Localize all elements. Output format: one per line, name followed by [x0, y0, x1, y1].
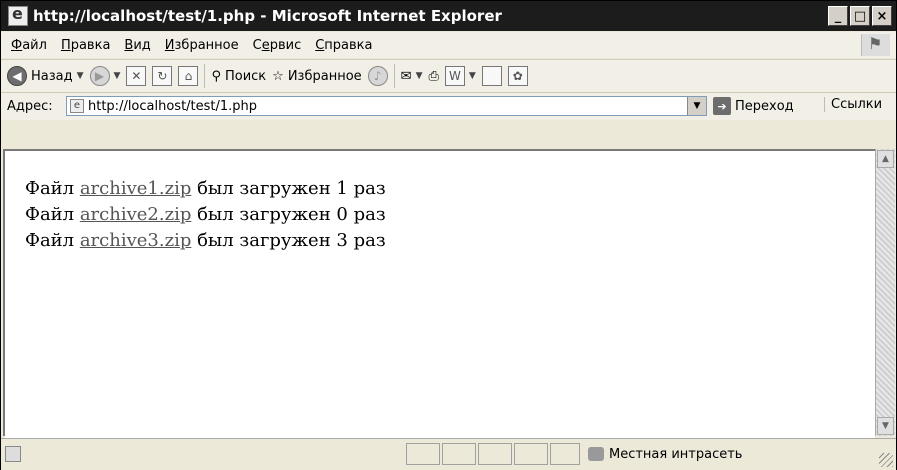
back-dropdown-icon[interactable]: ▼ [77, 71, 84, 81]
archive-link[interactable]: archive2.zip [80, 204, 192, 225]
windows-flag-icon [861, 34, 890, 56]
go-button[interactable]: ➔ Переход [713, 97, 794, 115]
zone-label: Местная интрасеть [609, 446, 743, 462]
window-title: http://localhost/test/1.php - Microsoft … [33, 7, 502, 25]
archive-link[interactable]: archive1.zip [80, 178, 192, 199]
menu-file[interactable]: Файл [11, 38, 47, 53]
menu-favorites[interactable]: Избранное [165, 38, 239, 53]
caption-buttons: _ □ × [828, 6, 892, 26]
address-label: Адрес: [7, 99, 53, 114]
maximize-button[interactable]: □ [850, 6, 870, 26]
status-pane [478, 443, 512, 465]
discuss-icon [481, 66, 502, 86]
title-bar[interactable]: http://localhost/test/1.php - Microsoft … [1, 1, 896, 31]
status-page-icon [5, 446, 21, 462]
star-icon: ☆ [272, 68, 284, 84]
minimize-button[interactable]: _ [828, 6, 848, 26]
menu-edit[interactable]: Правка [61, 38, 110, 53]
resize-grip-icon[interactable] [879, 453, 893, 467]
mail-dropdown-icon[interactable]: ▼ [416, 71, 423, 81]
status-pane [514, 443, 548, 465]
search-button[interactable]: ⚲ Поиск [211, 69, 266, 84]
page-viewport: Файл archive1.zip был загружен 1 раз Фай… [5, 151, 875, 438]
edit-dropdown-icon[interactable]: ▼ [469, 71, 476, 81]
refresh-button[interactable]: ↻ [152, 66, 173, 86]
edit-button[interactable]: W ▼ [444, 66, 476, 86]
messenger-button[interactable]: ✿ [507, 66, 528, 86]
address-field[interactable]: e http://localhost/test/1.php ▼ [66, 96, 707, 116]
menu-view[interactable]: Вид [124, 38, 150, 53]
archive-link[interactable]: archive3.zip [80, 230, 192, 251]
menu-bar: Файл Правка Вид Избранное Сервис Справка [1, 32, 896, 58]
intranet-icon [588, 447, 604, 461]
download-line: Файл archive2.zip был загружен 0 раз [25, 204, 386, 225]
toolbar-separator [393, 64, 395, 88]
forward-button[interactable]: ▶ ▼ [89, 66, 121, 86]
home-icon: ⌂ [178, 66, 199, 86]
word-icon: W [444, 66, 465, 86]
status-pane [550, 443, 580, 465]
go-arrow-icon: ➔ [713, 97, 731, 115]
page-icon: e [70, 99, 84, 113]
menu-tools[interactable]: Сервис [253, 38, 302, 53]
toolbar-separator [204, 64, 206, 88]
scroll-down-button[interactable]: ▼ [877, 417, 894, 435]
forward-arrow-icon: ▶ [89, 66, 110, 86]
standard-toolbar: ◀ Назад ▼ ▶ ▼ ✕ ↻ ⌂ ⚲ Поиск ☆ Избранное … [1, 59, 896, 92]
media-button[interactable]: ♪ [367, 66, 388, 86]
status-pane [406, 443, 440, 465]
printer-icon: ⎙ [428, 68, 439, 84]
media-icon: ♪ [367, 66, 388, 86]
refresh-icon: ↻ [152, 66, 173, 86]
search-icon: ⚲ [211, 68, 221, 84]
home-button[interactable]: ⌂ [178, 66, 199, 86]
stop-icon: ✕ [126, 66, 147, 86]
page-content: Файл archive1.zip был загружен 1 раз Фай… [3, 149, 875, 438]
go-label: Переход [735, 98, 794, 114]
address-dropdown-icon[interactable]: ▼ [687, 97, 706, 115]
mail-button[interactable]: ✉ ▼ [401, 69, 423, 84]
browser-window: http://localhost/test/1.php - Microsoft … [0, 0, 897, 470]
status-pane [442, 443, 476, 465]
status-bar: Местная интрасеть [1, 438, 896, 470]
discuss-button[interactable] [481, 66, 502, 86]
address-bar: Адрес: e http://localhost/test/1.php ▼ ➔… [1, 92, 896, 120]
stop-button[interactable]: ✕ [126, 66, 147, 86]
messenger-icon: ✿ [507, 66, 528, 86]
ie-app-icon [8, 4, 28, 26]
scroll-up-button[interactable]: ▲ [877, 150, 894, 168]
vertical-scrollbar[interactable]: ▲ ▼ [875, 149, 895, 436]
address-url[interactable]: http://localhost/test/1.php [88, 99, 257, 114]
mail-icon: ✉ [400, 68, 412, 84]
forward-dropdown-icon[interactable]: ▼ [114, 71, 121, 81]
favorites-button[interactable]: ☆ Избранное [272, 69, 361, 84]
security-zone: Местная интрасеть [583, 443, 742, 465]
download-line: Файл archive3.zip был загружен 3 раз [25, 230, 386, 251]
download-line: Файл archive1.zip был загружен 1 раз [25, 178, 386, 199]
links-button[interactable]: Ссылки [824, 97, 882, 112]
print-button[interactable]: ⎙ [428, 69, 438, 84]
close-button[interactable]: × [872, 6, 892, 26]
back-arrow-icon: ◀ [7, 66, 27, 86]
menu-help[interactable]: Справка [315, 38, 372, 53]
back-button[interactable]: ◀ Назад ▼ [7, 66, 84, 86]
